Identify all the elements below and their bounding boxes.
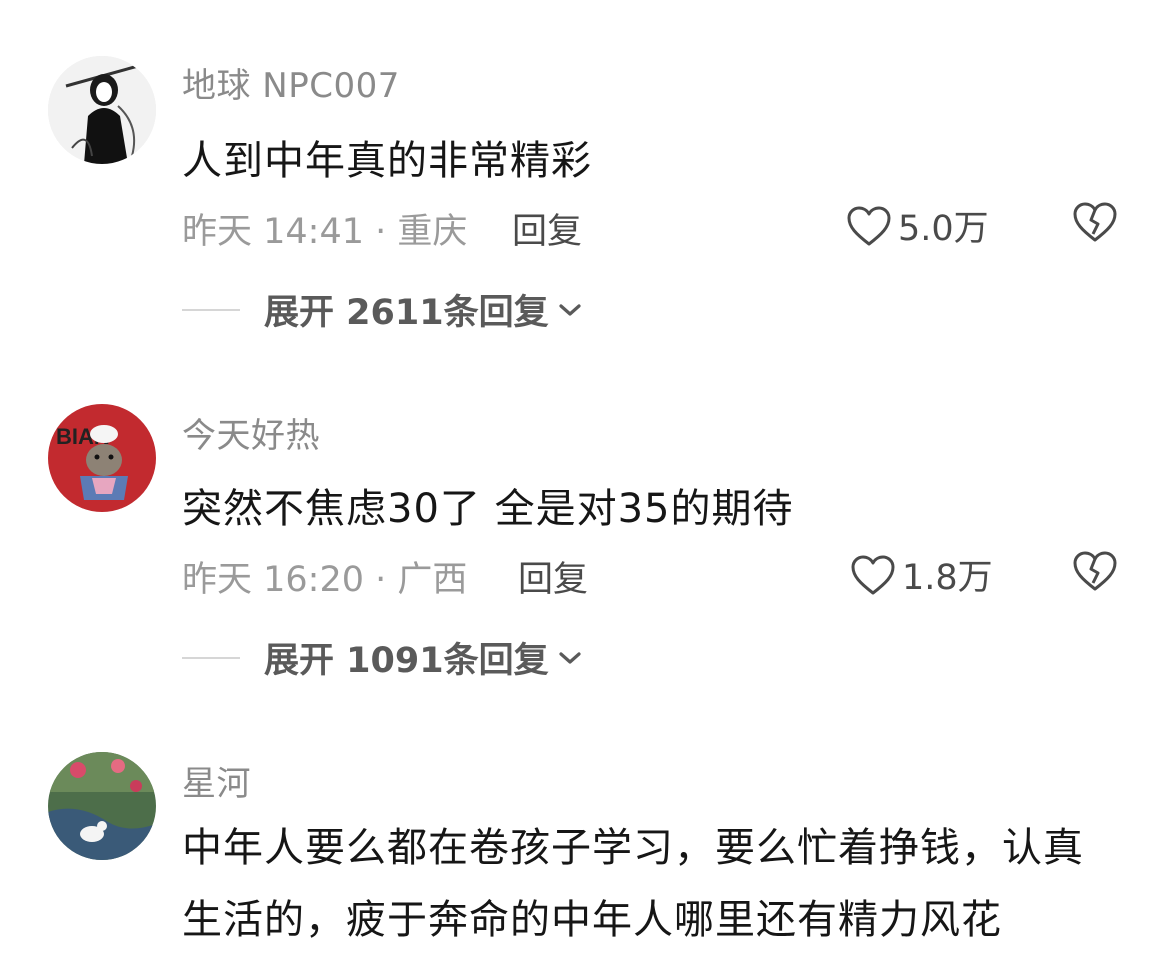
avatar-image xyxy=(48,752,156,860)
avatar[interactable] xyxy=(48,752,156,860)
comment-item: 星河 中年人要么都在卷孩子学习，要么忙着挣钱，认真生活的，疲于奔命的中年人哪里还… xyxy=(0,0,1170,965)
comment-text: 中年人要么都在卷孩子学习，要么忙着挣钱，认真生活的，疲于奔命的中年人哪里还有精力… xyxy=(182,825,1084,943)
username[interactable]: 星河 xyxy=(182,756,251,805)
